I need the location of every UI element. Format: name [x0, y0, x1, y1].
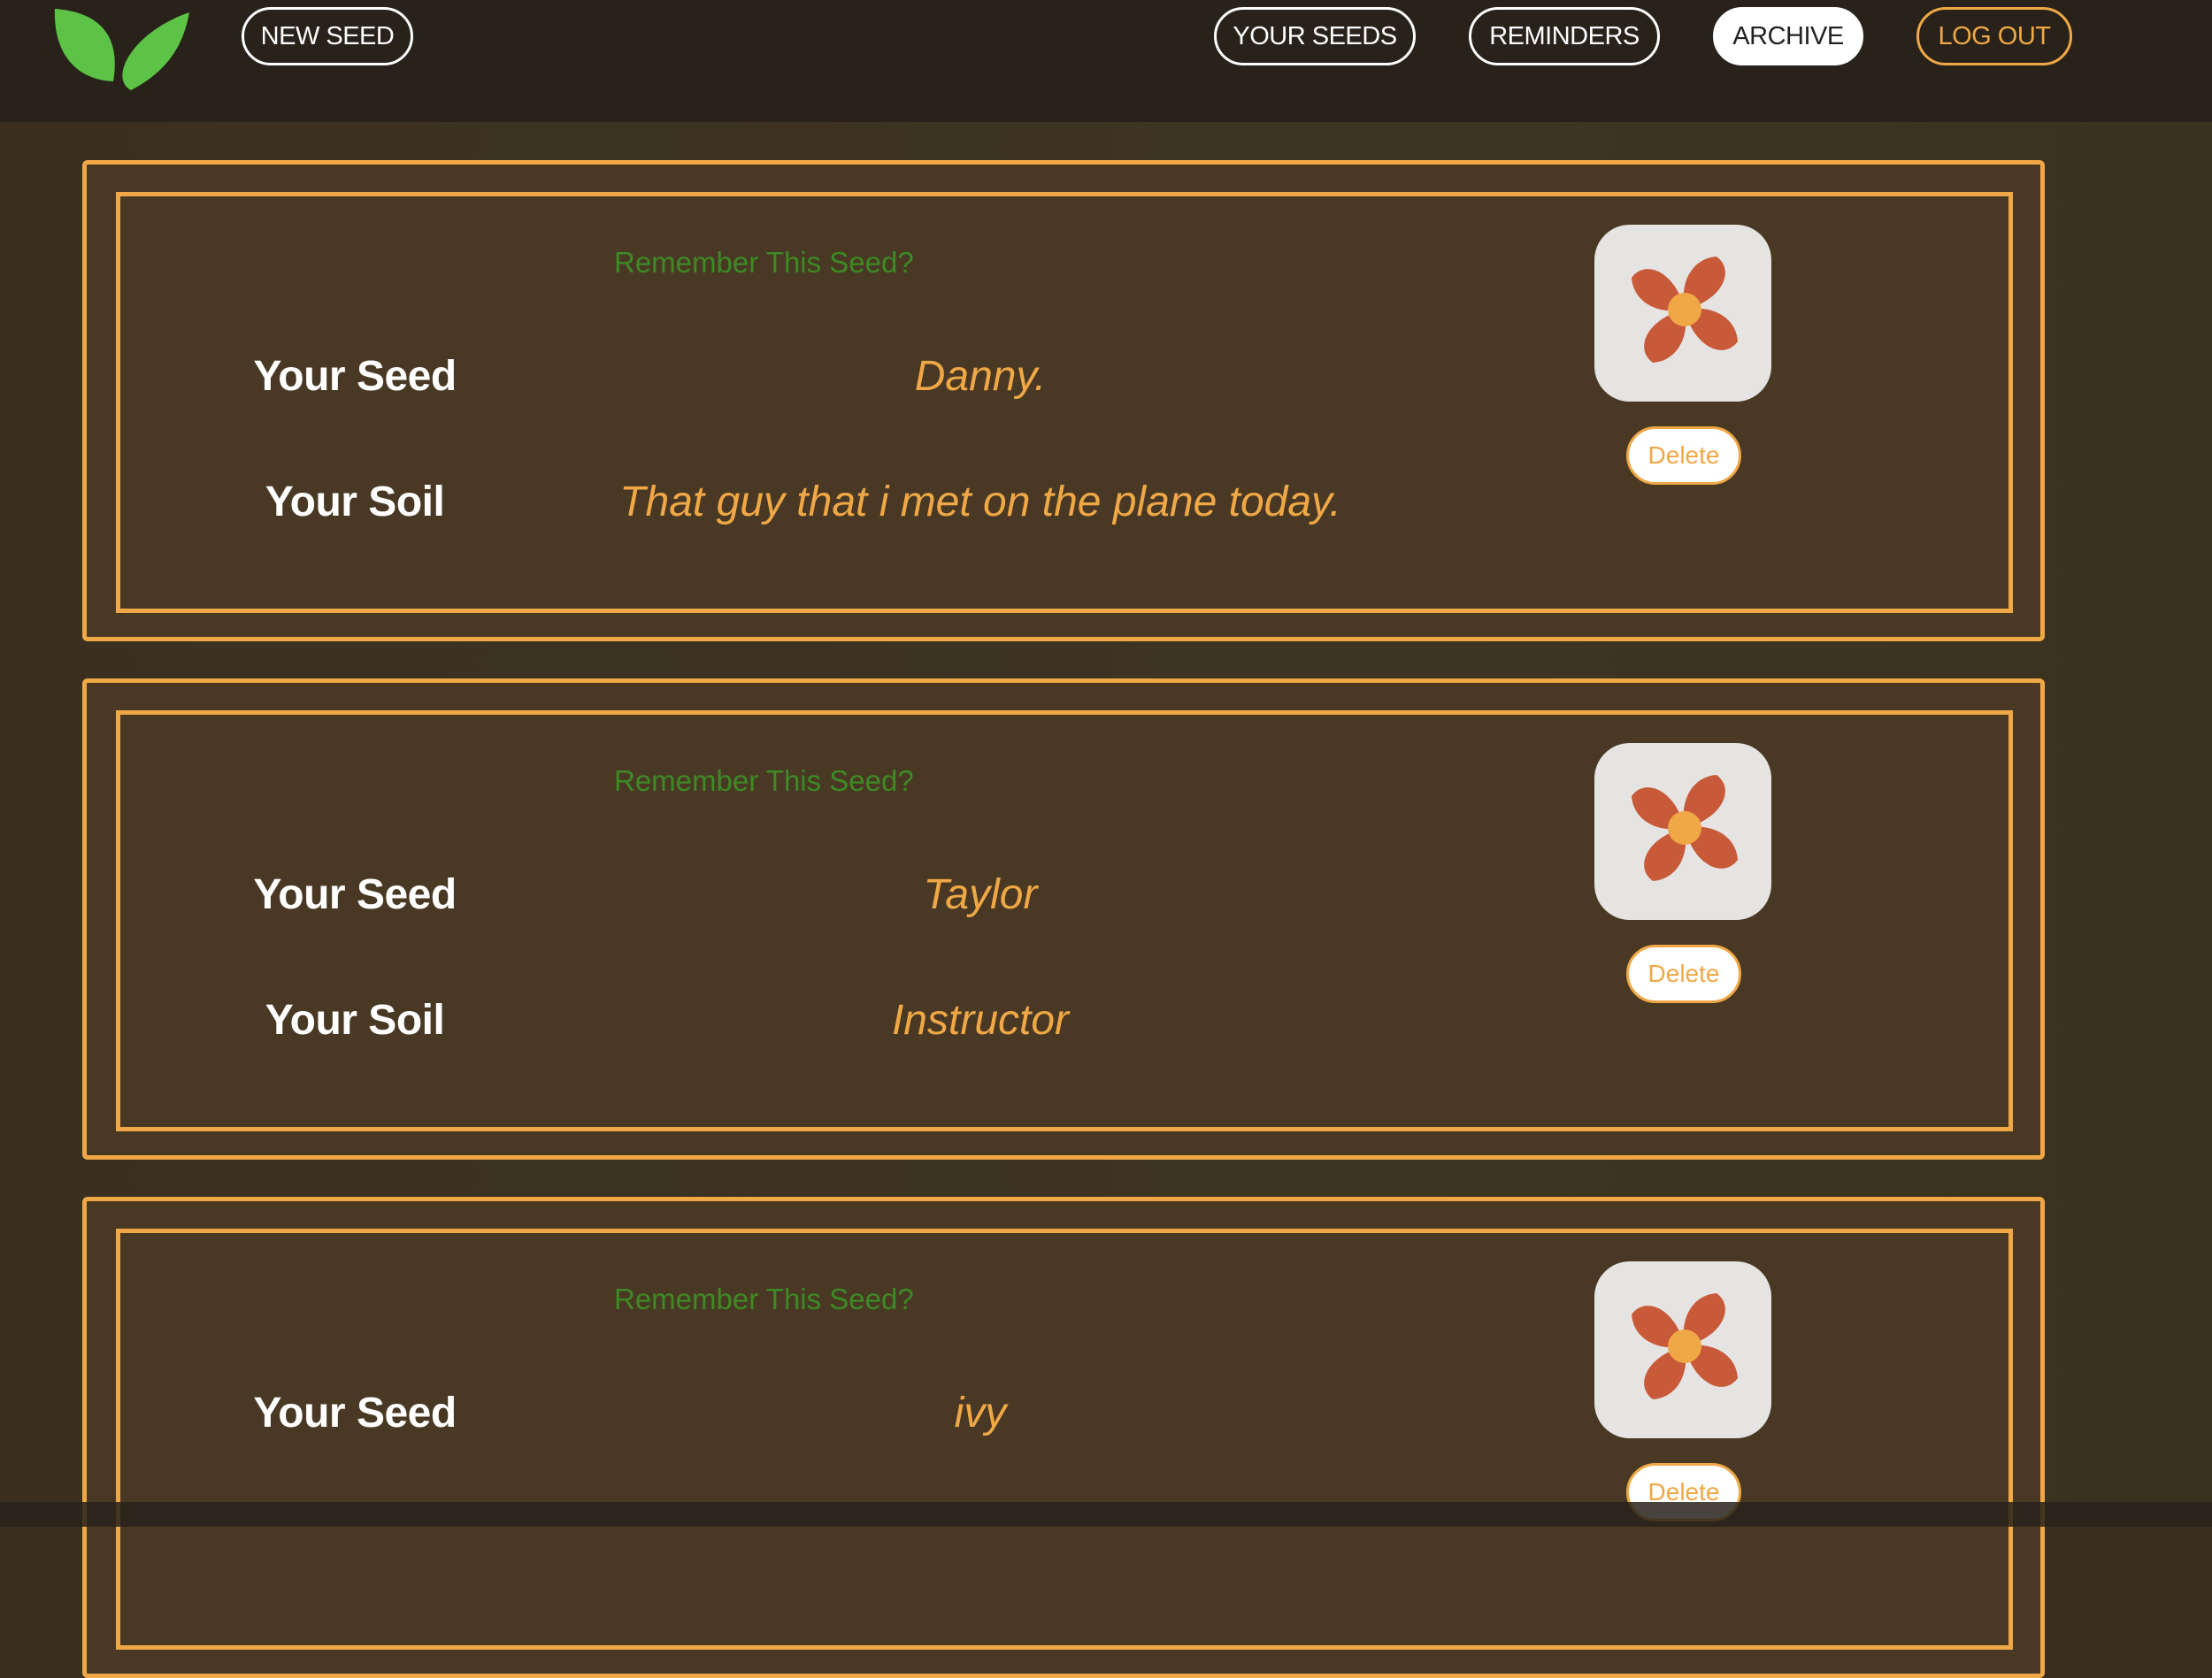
your-soil-label: Your Soil	[265, 997, 445, 1044]
your-seed-label: Your Seed	[253, 1390, 457, 1437]
top-nav-bar: NEW SEED YOUR SEEDS REMINDERS ARCHIVE LO…	[0, 0, 2212, 122]
nav-new-seed-button[interactable]: NEW SEED	[242, 7, 413, 65]
soil-value: That guy that i met on the plane today.	[619, 479, 1341, 525]
nav-archive-button[interactable]: ARCHIVE	[1713, 7, 1863, 65]
seed-card-inner: Remember This Seed? Your Seed Danny. You…	[116, 192, 2013, 613]
seed-image	[1594, 1261, 1771, 1438]
your-soil-label: Your Soil	[265, 479, 445, 525]
seed-image	[1594, 743, 1771, 920]
nav-logout-button[interactable]: LOG OUT	[1916, 7, 2072, 65]
seed-value: ivy	[954, 1390, 1007, 1437]
seed-value: Taylor	[923, 871, 1038, 918]
seed-card: Remember This Seed? Your Seed ivy Delete	[82, 1197, 2045, 1678]
seed-card-inner: Remember This Seed? Your Seed ivy Delete	[116, 1229, 2013, 1650]
flower-icon	[1632, 257, 1738, 363]
delete-button[interactable]: Delete	[1626, 426, 1741, 485]
remember-prompt: Remember This Seed?	[614, 764, 914, 797]
seed-image	[1594, 225, 1771, 402]
remember-prompt: Remember This Seed?	[614, 246, 914, 279]
delete-button[interactable]: Delete	[1626, 945, 1741, 1003]
flower-icon	[1632, 1293, 1738, 1399]
seed-card: Remember This Seed? Your Seed Danny. You…	[82, 160, 2045, 641]
seed-value: Danny.	[914, 353, 1047, 400]
nav-your-seeds-button[interactable]: YOUR SEEDS	[1214, 7, 1416, 65]
your-seed-label: Your Seed	[253, 871, 457, 918]
your-seed-label: Your Seed	[253, 353, 457, 400]
seed-card: Remember This Seed? Your Seed Taylor You…	[82, 678, 2045, 1160]
leaf-logo-icon[interactable]	[51, 5, 193, 96]
soil-value: Instructor	[891, 997, 1070, 1044]
bottom-overlay-bar	[0, 1502, 2212, 1527]
flower-icon	[1632, 775, 1738, 881]
seed-card-inner: Remember This Seed? Your Seed Taylor You…	[116, 710, 2013, 1131]
nav-reminders-button[interactable]: REMINDERS	[1469, 7, 1660, 65]
remember-prompt: Remember This Seed?	[614, 1283, 914, 1315]
